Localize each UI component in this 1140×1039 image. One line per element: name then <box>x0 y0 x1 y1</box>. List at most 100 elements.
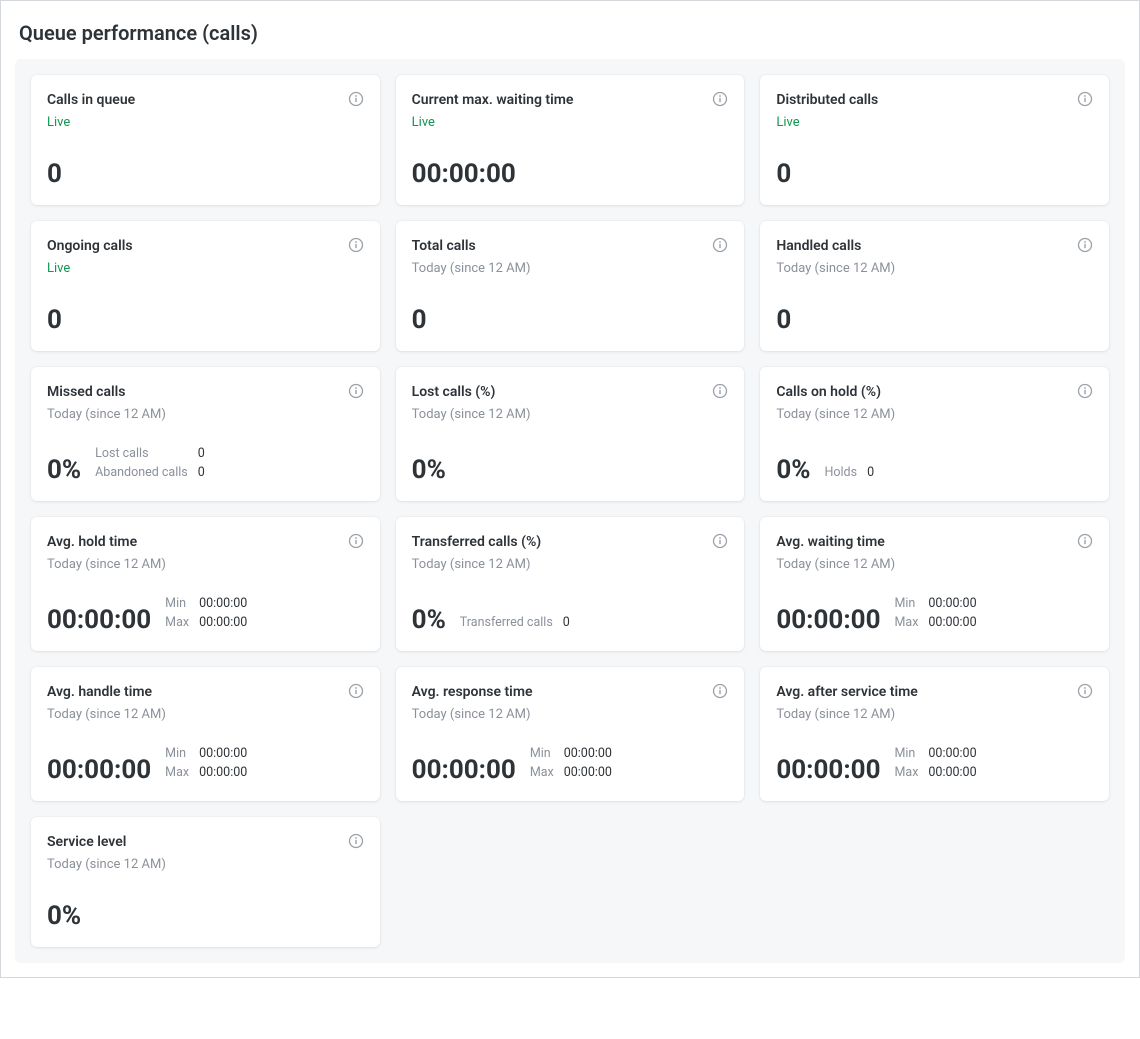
info-icon[interactable] <box>348 683 364 699</box>
min-label: Min <box>165 746 189 763</box>
cards-grid: Calls in queue Live 0 Current max. waiti… <box>31 75 1109 947</box>
abandoned-calls-value: 0 <box>198 465 205 482</box>
card-avg-response-time: Avg. response time Today (since 12 AM) 0… <box>396 667 745 801</box>
card-avg-after-service-time: Avg. after service time Today (since 12 … <box>760 667 1109 801</box>
card-subtitle: Today (since 12 AM) <box>412 261 531 276</box>
card-title: Avg. after service time <box>776 683 918 701</box>
card-value: 0 <box>776 307 791 333</box>
info-icon[interactable] <box>712 383 728 399</box>
holds-label: Holds <box>824 465 857 482</box>
card-title: Avg. handle time <box>47 683 166 701</box>
card-value: 0% <box>412 457 446 483</box>
card-title: Current max. waiting time <box>412 91 574 109</box>
card-title: Handled calls <box>776 237 895 255</box>
card-value: 0 <box>47 307 62 333</box>
card-value: 00:00:00 <box>47 607 151 633</box>
sub-stats: Min 00:00:00 Max 00:00:00 <box>894 596 976 633</box>
info-icon[interactable] <box>1077 237 1093 253</box>
max-label: Max <box>894 765 918 782</box>
card-subtitle: Today (since 12 AM) <box>776 407 895 422</box>
info-icon[interactable] <box>1077 91 1093 107</box>
card-title: Distributed calls <box>776 91 878 109</box>
max-value: 00:00:00 <box>199 765 247 782</box>
card-value: 00:00:00 <box>776 607 880 633</box>
info-icon[interactable] <box>712 533 728 549</box>
info-icon[interactable] <box>1077 533 1093 549</box>
card-ongoing-calls: Ongoing calls Live 0 <box>31 221 380 351</box>
card-title: Lost calls (%) <box>412 383 531 401</box>
info-icon[interactable] <box>712 91 728 107</box>
lost-calls-label: Lost calls <box>95 446 188 463</box>
min-label: Min <box>530 746 554 763</box>
card-title: Transferred calls (%) <box>412 533 542 551</box>
card-title: Total calls <box>412 237 531 255</box>
card-avg-handle-time: Avg. handle time Today (since 12 AM) 00:… <box>31 667 380 801</box>
card-value: 0% <box>47 457 81 483</box>
info-icon[interactable] <box>348 91 364 107</box>
card-subtitle: Today (since 12 AM) <box>412 557 542 572</box>
min-value: 00:00:00 <box>564 746 612 763</box>
min-label: Min <box>894 746 918 763</box>
sub-stats: Transferred calls 0 <box>460 615 570 633</box>
card-subtitle: Today (since 12 AM) <box>776 261 895 276</box>
card-value: 0 <box>776 161 791 187</box>
max-label: Max <box>894 615 918 632</box>
card-value: 0 <box>412 307 427 333</box>
card-subtitle: Today (since 12 AM) <box>412 707 533 722</box>
info-icon[interactable] <box>1077 683 1093 699</box>
min-value: 00:00:00 <box>199 596 247 613</box>
card-subtitle: Live <box>47 261 133 276</box>
info-icon[interactable] <box>348 533 364 549</box>
card-title: Avg. waiting time <box>776 533 895 551</box>
card-calls-on-hold-pct: Calls on hold (%) Today (since 12 AM) 0%… <box>760 367 1109 501</box>
info-icon[interactable] <box>348 237 364 253</box>
card-total-calls: Total calls Today (since 12 AM) 0 <box>396 221 745 351</box>
min-value: 00:00:00 <box>199 746 247 763</box>
max-label: Max <box>165 615 189 632</box>
info-icon[interactable] <box>1077 383 1093 399</box>
holds-value: 0 <box>867 465 874 482</box>
info-icon[interactable] <box>712 237 728 253</box>
card-subtitle: Today (since 12 AM) <box>412 407 531 422</box>
sub-stats: Min 00:00:00 Max 00:00:00 <box>165 746 247 783</box>
card-value: 0% <box>776 457 810 483</box>
max-value: 00:00:00 <box>928 765 976 782</box>
transferred-calls-value: 0 <box>563 615 570 632</box>
cards-panel: Calls in queue Live 0 Current max. waiti… <box>15 59 1125 963</box>
card-subtitle: Today (since 12 AM) <box>47 857 166 872</box>
info-icon[interactable] <box>348 383 364 399</box>
card-avg-hold-time: Avg. hold time Today (since 12 AM) 00:00… <box>31 517 380 651</box>
sub-stats: Min 00:00:00 Max 00:00:00 <box>894 746 976 783</box>
min-label: Min <box>894 596 918 613</box>
card-handled-calls: Handled calls Today (since 12 AM) 0 <box>760 221 1109 351</box>
card-missed-calls: Missed calls Today (since 12 AM) 0% Lost… <box>31 367 380 501</box>
max-label: Max <box>530 765 554 782</box>
queue-performance-panel: Queue performance (calls) Calls in queue… <box>0 0 1140 978</box>
card-subtitle: Today (since 12 AM) <box>47 707 166 722</box>
min-value: 00:00:00 <box>928 746 976 763</box>
info-icon[interactable] <box>348 833 364 849</box>
sub-stats: Min 00:00:00 Max 00:00:00 <box>530 746 612 783</box>
card-lost-calls-pct: Lost calls (%) Today (since 12 AM) 0% <box>396 367 745 501</box>
lost-calls-value: 0 <box>198 446 205 463</box>
sub-stats: Holds 0 <box>824 465 874 483</box>
page-title: Queue performance (calls) <box>19 21 1125 45</box>
card-title: Missed calls <box>47 383 166 401</box>
card-service-level: Service level Today (since 12 AM) 0% <box>31 817 380 947</box>
card-title: Ongoing calls <box>47 237 133 255</box>
min-label: Min <box>165 596 189 613</box>
transferred-calls-label: Transferred calls <box>460 615 553 632</box>
max-value: 00:00:00 <box>564 765 612 782</box>
card-transferred-calls-pct: Transferred calls (%) Today (since 12 AM… <box>396 517 745 651</box>
card-distributed-calls: Distributed calls Live 0 <box>760 75 1109 205</box>
info-icon[interactable] <box>712 683 728 699</box>
card-value: 00:00:00 <box>776 757 880 783</box>
card-title: Avg. response time <box>412 683 533 701</box>
card-subtitle: Today (since 12 AM) <box>776 557 895 572</box>
card-value: 00:00:00 <box>412 757 516 783</box>
card-title: Avg. hold time <box>47 533 166 551</box>
max-value: 00:00:00 <box>928 615 976 632</box>
card-value: 0% <box>47 903 81 929</box>
card-current-max-waiting-time: Current max. waiting time Live 00:00:00 <box>396 75 745 205</box>
card-subtitle: Today (since 12 AM) <box>47 557 166 572</box>
